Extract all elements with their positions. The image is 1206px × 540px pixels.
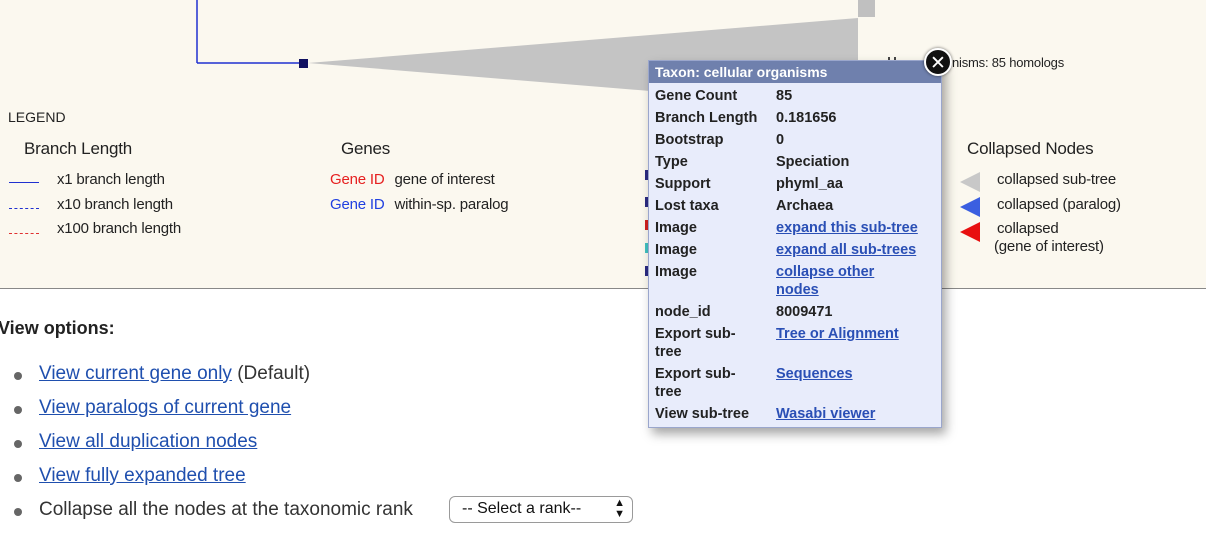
- tree-node-marker[interactable]: [299, 59, 308, 68]
- view-option-item: View paralogs of current gene: [0, 397, 700, 425]
- dashed-red-line-sample: [9, 233, 39, 234]
- view-expanded-tree-link[interactable]: View fully expanded tree: [39, 465, 246, 486]
- legend-x100-label: x100 branch length: [57, 220, 181, 237]
- popup-value: phyml_aa: [776, 176, 843, 192]
- view-options-title: View options:: [0, 318, 115, 338]
- paralog-desc: within-sp. paralog: [394, 196, 509, 213]
- popup-key: Image: [655, 220, 697, 236]
- popup-key-line2: tree: [655, 344, 682, 360]
- view-paralogs-link[interactable]: View paralogs of current gene: [39, 397, 291, 418]
- view-current-gene-link[interactable]: View current gene only: [39, 363, 232, 384]
- gene-of-interest-desc: gene of interest: [394, 171, 495, 188]
- popup-key: Bootstrap: [655, 132, 724, 148]
- legend-collapsed-subtree-label: collapsed sub-tree: [997, 171, 1116, 188]
- bullet-icon: [14, 406, 22, 414]
- view-option-item: Collapse all the nodes at the taxonomic …: [0, 496, 700, 527]
- legend-x10-label: x10 branch length: [57, 196, 173, 213]
- bullet-icon: [14, 474, 22, 482]
- view-option-item: View fully expanded tree: [0, 465, 700, 493]
- gene-id-blue-label: Gene ID: [330, 196, 385, 213]
- legend-paralog: Gene ID within-sp. paralog: [330, 196, 509, 213]
- legend-collapsed-nodes-heading: Collapsed Nodes: [967, 139, 1094, 158]
- popup-key: Lost taxa: [655, 198, 719, 214]
- bullet-icon: [14, 440, 22, 448]
- popup-key: Support: [655, 176, 711, 192]
- gene-id-red-label: Gene ID: [330, 171, 385, 188]
- collapsed-gene-line1: collapsed: [997, 220, 1059, 237]
- legend-collapsed-gene-label: collapsed (gene of interest): [994, 220, 1104, 256]
- legend-collapsed-paralog-label: collapsed (paralog): [997, 196, 1121, 213]
- bullet-icon: [14, 372, 22, 380]
- collapse-other-nodes-link[interactable]: collapse other nodes: [776, 264, 874, 298]
- collapse-link-line1: collapse other: [776, 264, 875, 280]
- popup-key: Gene Count: [655, 88, 738, 104]
- collapse-rank-text: Collapse all the nodes at the taxonomic …: [39, 499, 413, 520]
- collapsed-subtree-top: [858, 0, 875, 17]
- popup-value: Archaea: [776, 198, 834, 214]
- popup-title: Taxon: cellular organisms: [649, 61, 941, 83]
- view-option-item: View all duplication nodes: [0, 431, 700, 459]
- popup-value: 85: [776, 88, 793, 104]
- popup-key-line1: Export sub-: [655, 326, 736, 342]
- solid-line-sample: [9, 182, 39, 183]
- collapse-link-line2: nodes: [776, 282, 819, 298]
- legend-genes-heading: Genes: [341, 139, 391, 158]
- popup-value: 0: [776, 132, 785, 148]
- view-option-item: View current gene only (Default): [0, 363, 700, 391]
- rank-select[interactable]: -- Select a rank-- ▲ ▼: [449, 496, 633, 523]
- updown-arrows-icon: ▲ ▼: [614, 497, 625, 520]
- wasabi-viewer-link[interactable]: Wasabi viewer: [776, 406, 875, 422]
- gene-tree-panel: nisms: 85 homologs LEGEND Branch Length …: [0, 0, 1206, 289]
- popup-key: Branch Length: [655, 110, 758, 126]
- popup-key: Type: [655, 154, 688, 170]
- close-icon[interactable]: ✕: [924, 48, 952, 76]
- legend-branch-length-heading: Branch Length: [24, 139, 132, 158]
- expand-this-subtree-link[interactable]: expand this sub-tree: [776, 220, 918, 236]
- legend-title: LEGEND: [8, 109, 66, 125]
- popup-value: Speciation: [776, 154, 850, 170]
- red-triangle-icon: [960, 222, 980, 242]
- expand-all-subtrees-link[interactable]: expand all sub-trees: [776, 242, 916, 258]
- blue-triangle-icon: [960, 197, 980, 217]
- collapsed-gene-line2: (gene of interest): [994, 238, 1104, 255]
- popup-key: Image: [655, 242, 697, 258]
- view-duplication-nodes-link[interactable]: View all duplication nodes: [39, 431, 257, 452]
- popup-value: 0.181656: [776, 110, 837, 126]
- gray-triangle-icon: [960, 172, 980, 192]
- dashed-blue-line-sample: [9, 208, 39, 209]
- legend-gene-of-interest: Gene ID gene of interest: [330, 171, 495, 188]
- collapsed-subtree-caption: nisms: 85 homologs: [952, 55, 1065, 70]
- legend-x1-label: x1 branch length: [57, 171, 165, 188]
- popup-value: 8009471: [776, 304, 833, 320]
- default-note: (Default): [231, 363, 311, 384]
- tree-or-alignment-link[interactable]: Tree or Alignment: [776, 326, 899, 342]
- rank-select-value: -- Select a rank--: [462, 500, 582, 517]
- popup-key: Image: [655, 264, 697, 280]
- popup-key: node_id: [655, 304, 711, 320]
- sequences-link[interactable]: Sequences: [776, 366, 853, 382]
- bullet-icon: [14, 508, 22, 516]
